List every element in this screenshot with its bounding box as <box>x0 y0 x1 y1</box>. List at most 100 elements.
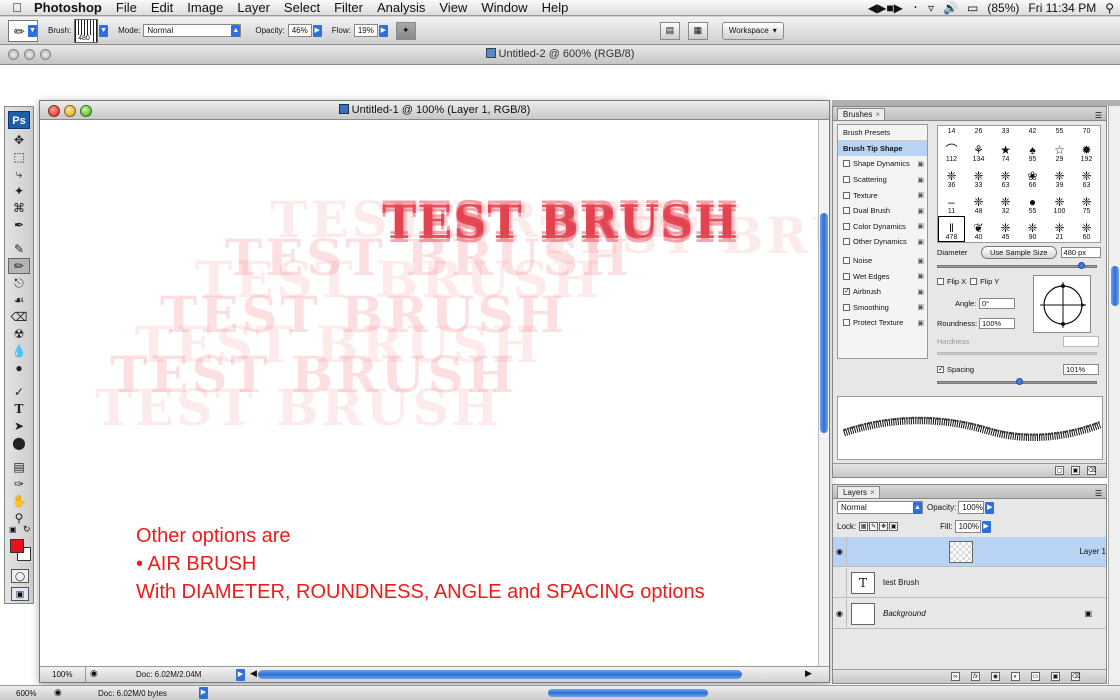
app-menu[interactable]: Photoshop <box>34 0 102 15</box>
status-menu-icon[interactable]: ◉ <box>90 668 98 679</box>
magic-wand-tool-icon[interactable]: ✦ <box>8 183 30 199</box>
chevron-down-icon[interactable]: ▼ <box>99 24 109 37</box>
lock-all-icon[interactable]: ▣ <box>889 522 899 531</box>
menu-window[interactable]: Window <box>481 0 527 15</box>
option-checkbox[interactable] <box>843 319 850 327</box>
marquee-tool-icon[interactable]: ⬚ <box>8 149 30 165</box>
lock-icon[interactable]: ▣ <box>917 288 924 296</box>
brush-option-protect-texture[interactable]: Protect Texture ▣ <box>838 315 927 331</box>
swap-colors-icon[interactable]: ↻ <box>23 524 31 535</box>
brush-tip[interactable]: ● 55 <box>1019 190 1046 216</box>
brush-tip[interactable]: 14 <box>938 126 965 138</box>
spacing-input[interactable]: 101% <box>1063 364 1099 375</box>
brush-tip[interactable]: ❀ 66 <box>1019 164 1046 190</box>
notes-tool-icon[interactable]: ▤ <box>8 459 30 475</box>
brush-option-scattering[interactable]: Scattering ▣ <box>838 172 927 188</box>
panel-scroll-thumb[interactable] <box>1111 266 1119 306</box>
brush-presets-item[interactable]: Brush Presets <box>838 125 927 141</box>
flow-input[interactable]: 19% <box>353 24 378 37</box>
option-checkbox[interactable] <box>843 272 850 280</box>
foreground-color-swatch[interactable] <box>10 539 24 553</box>
status-arrow-button[interactable]: ▶ <box>199 687 208 699</box>
history-brush-tool-icon[interactable]: ☙ <box>8 292 30 308</box>
media-controls-icon[interactable]: ◀▶■▶ <box>868 1 903 15</box>
eraser-tool-icon[interactable]: ⌫ <box>8 309 30 325</box>
option-checkbox[interactable] <box>843 176 850 184</box>
layer-row-layer-1[interactable]: ◉ Layer 1 <box>833 536 1106 567</box>
brush-tip[interactable]: ❈ 63 <box>992 164 1019 190</box>
brush-tip[interactable]: ❈ 39 <box>1046 164 1073 190</box>
diameter-slider-knob[interactable] <box>1078 262 1085 269</box>
ps-logo[interactable]: Ps <box>8 111 30 129</box>
brush-option-dual-brush[interactable]: Dual Brush ▣ <box>838 203 927 219</box>
brush-option-airbrush[interactable]: ✓ Airbrush ▣ <box>838 284 927 300</box>
brush-tip[interactable]: ⚘ 134 <box>965 138 992 164</box>
lock-pixels-icon[interactable]: ✎ <box>869 522 879 531</box>
brush-tip[interactable]: ☆ 29 <box>1046 138 1073 164</box>
screen-mode-icon[interactable]: ▣ <box>11 587 29 601</box>
tool-preset-picker[interactable]: ✏ ▼ <box>8 19 38 42</box>
brush-tip[interactable]: 33 <box>992 126 1019 138</box>
lock-icon[interactable]: ▣ <box>917 257 924 265</box>
slice-tool-icon[interactable]: ✒ <box>8 217 30 233</box>
diameter-input[interactable]: 480 px <box>1060 247 1101 258</box>
hardness-input[interactable] <box>1063 336 1099 347</box>
brushes-tab[interactable]: Brushes × <box>837 108 886 120</box>
panel-scrollbar[interactable] <box>1108 106 1120 685</box>
palette-well-icon[interactable]: ▤ <box>659 21 680 40</box>
brush-tip[interactable]: ✹ 192 <box>1073 138 1100 164</box>
option-checkbox[interactable] <box>843 207 850 215</box>
back-document-titlebar[interactable]: Untitled-2 @ 600% (RGB/8) <box>0 45 1120 65</box>
new-group-icon[interactable]: ▭ <box>1031 672 1040 681</box>
option-checkbox[interactable] <box>843 222 850 230</box>
volume-icon[interactable]: 🔊 <box>943 1 958 15</box>
layer-row-test-brush[interactable]: T test Brush <box>833 567 1106 598</box>
brush-option-texture[interactable]: Texture ▣ <box>838 187 927 203</box>
move-tool-icon[interactable]: ✥ <box>8 132 30 148</box>
healing-brush-tool-icon[interactable]: ✎ <box>8 241 30 257</box>
visibility-toggle[interactable] <box>833 567 847 598</box>
spotlight-icon[interactable]: ⚲ <box>1105 1 1114 15</box>
brush-tip[interactable]: 26 <box>965 126 992 138</box>
bridge-icon[interactable]: ▦ <box>687 21 708 40</box>
brush-tip[interactable]: ❈ 90 <box>1019 216 1046 242</box>
status-arrow-button[interactable]: ▶ <box>236 669 245 681</box>
horizontal-scroll-thumb[interactable] <box>258 670 742 679</box>
paint-bucket-tool-icon[interactable]: ☢ <box>8 326 30 342</box>
clone-stamp-tool-icon[interactable]: ⎋ <box>8 275 30 291</box>
hardness-slider[interactable] <box>937 352 1097 355</box>
create-preset-icon[interactable]: ▢ <box>1055 466 1064 475</box>
brush-tip[interactable]: ❈ 45 <box>992 216 1019 242</box>
lock-icon[interactable]: ▣ <box>917 191 924 199</box>
close-icon[interactable]: × <box>875 110 880 119</box>
option-checkbox[interactable] <box>843 238 850 246</box>
pen-tool-icon[interactable]: ✓ <box>8 384 30 400</box>
panel-menu-icon[interactable]: ☰ <box>1095 489 1102 498</box>
wifi-icon[interactable]: ▿ <box>928 1 934 15</box>
vertical-scroll-thumb[interactable] <box>820 213 828 433</box>
brush-tip[interactable]: ❈ 60 <box>1073 216 1100 242</box>
lock-icon[interactable]: ▣ <box>917 319 924 327</box>
brush-tip[interactable]: ❈ 33 <box>965 164 992 190</box>
brush-option-other-dynamics[interactable]: Other Dynamics ▣ <box>838 234 927 250</box>
lock-icon[interactable]: ▣ <box>917 238 924 246</box>
lock-icon[interactable]: ▣ <box>917 222 924 230</box>
brush-tip[interactable]: 55 <box>1046 126 1073 138</box>
roundness-input[interactable]: 100% <box>979 318 1015 329</box>
brush-option-shape-dynamics[interactable]: Shape Dynamics ▣ <box>838 156 927 172</box>
brush-tip[interactable]: ❈ 32 <box>992 190 1019 216</box>
lock-transparency-icon[interactable]: ▦ <box>859 522 869 531</box>
menu-view[interactable]: View <box>439 0 467 15</box>
trash-icon[interactable]: ⌫ <box>1087 466 1096 475</box>
option-checkbox[interactable] <box>843 303 850 311</box>
menu-image[interactable]: Image <box>187 0 223 15</box>
adjustment-layer-icon[interactable]: ◐ <box>1011 672 1020 681</box>
mode-select[interactable]: Normal ▲ <box>143 24 242 37</box>
brush-tool-icon[interactable]: ✏ <box>8 258 30 274</box>
new-brush-icon[interactable]: ▣ <box>1071 466 1080 475</box>
back-zoom-level[interactable]: 600% <box>16 689 36 698</box>
lock-icon[interactable]: ▣ <box>917 207 924 215</box>
layer-opacity-input[interactable]: 100% <box>958 501 985 514</box>
menu-select[interactable]: Select <box>284 0 320 15</box>
apple-icon[interactable]:  <box>0 0 34 15</box>
